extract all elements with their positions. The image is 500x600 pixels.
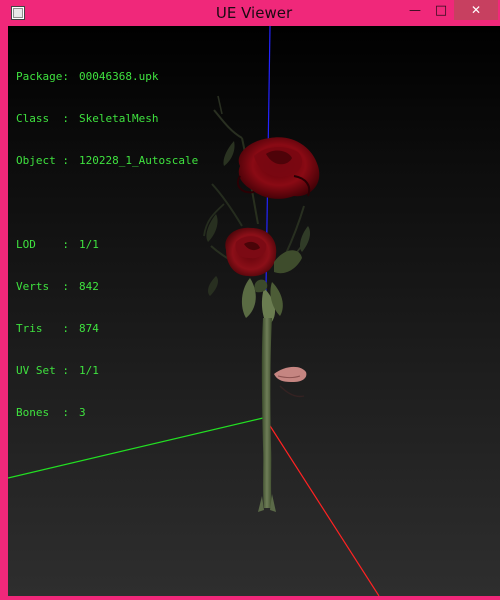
- class-value: SkeletalMesh: [79, 112, 159, 125]
- rose-stem: [261, 318, 272, 508]
- package-value: 00046368.upk: [79, 70, 159, 83]
- bones-label: Bones :: [16, 406, 69, 419]
- lod-label: LOD :: [16, 238, 69, 251]
- verts-value: 842: [79, 280, 99, 293]
- mesh-info-panel: Package: 00046368.upk Class : SkeletalMesh…: [16, 42, 198, 448]
- class-label: Class :: [16, 112, 69, 125]
- maximize-button[interactable]: □: [428, 0, 454, 20]
- close-icon: ✕: [470, 3, 482, 17]
- package-label: Package:: [16, 70, 69, 83]
- bones-value: 3: [79, 406, 86, 419]
- object-value: 120228_1_Autoscale: [79, 154, 199, 167]
- object-label: Object :: [16, 154, 69, 167]
- x-axis-line: [264, 417, 380, 596]
- verts-label: Verts :: [16, 280, 69, 293]
- close-button[interactable]: ✕: [454, 0, 498, 20]
- minimize-icon: —: [409, 3, 421, 17]
- tris-value: 874: [79, 322, 99, 335]
- upper-rose-bloom: [236, 137, 320, 199]
- maximize-icon: □: [434, 2, 448, 18]
- 3d-viewport[interactable]: Package: 00046368.upk Class : SkeletalMesh…: [8, 26, 500, 596]
- tris-label: Tris :: [16, 322, 69, 335]
- uvset-value: 1/1: [79, 364, 99, 377]
- minimize-button[interactable]: —: [402, 0, 428, 20]
- petal-shadow: [279, 385, 305, 398]
- title-bar[interactable]: UE Viewer — □ ✕: [4, 0, 500, 26]
- lod-value: 1/1: [79, 238, 99, 251]
- fallen-petal: [274, 366, 307, 382]
- app-window: UE Viewer — □ ✕ Package: 00046368.upk Cl…: [0, 0, 500, 600]
- uvset-label: UV Set :: [16, 364, 69, 377]
- lower-rose-bloom: [225, 227, 277, 277]
